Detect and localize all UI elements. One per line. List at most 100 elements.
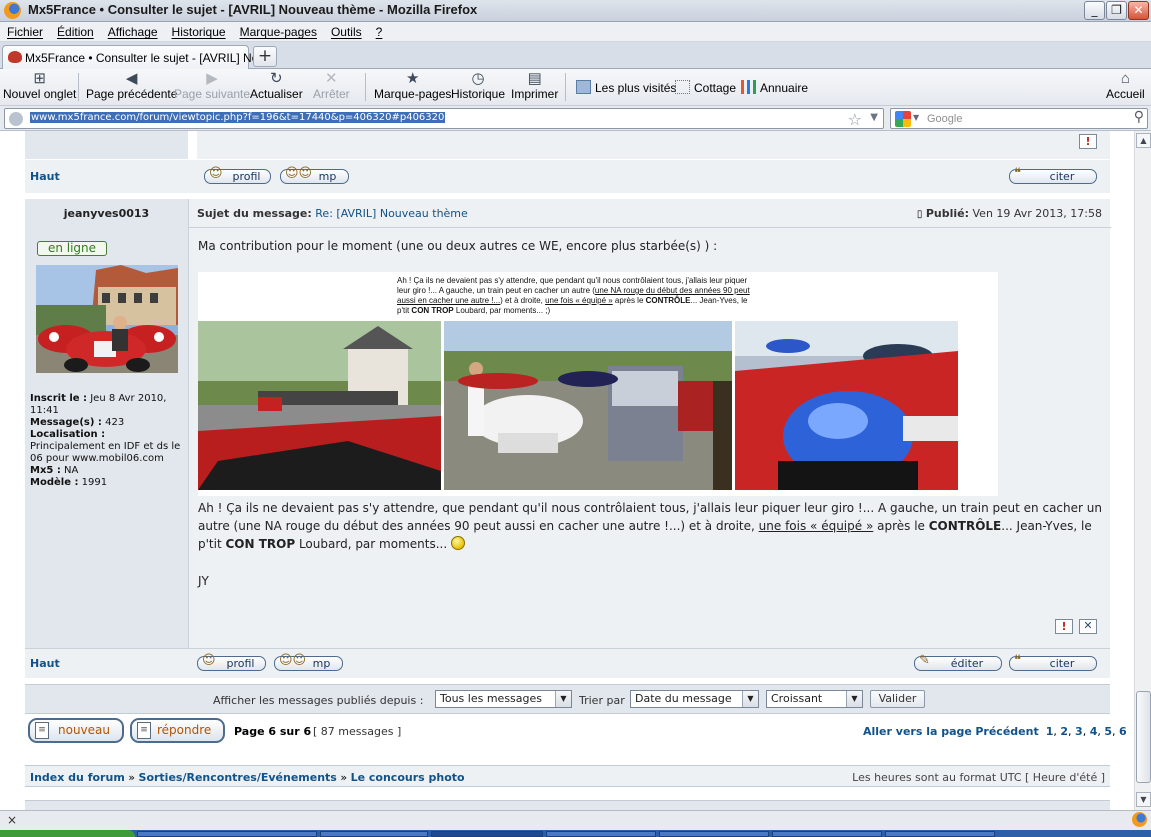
breadcrumb-index-link[interactable]: Index du forum [30,771,125,784]
bookmarks-label: Marque-pages [374,87,452,101]
home-label: Accueil [1106,87,1145,101]
page-link-2[interactable]: 2 [1060,725,1068,738]
breadcrumb-concours-link[interactable]: Le concours photo [351,771,465,784]
pencil-icon: ✎ [919,653,930,668]
quote-button[interactable]: ❝ citer [1009,167,1097,184]
stop-button[interactable]: ✕ Arrêter [313,70,350,101]
close-findbar-icon[interactable]: × [7,813,17,827]
menu-help[interactable]: ? [369,22,390,39]
taskbar-item[interactable] [659,831,769,837]
reload-label: Actualiser [250,87,303,101]
new-tab-toolbar-button[interactable]: ⊞ Nouvel onglet [3,70,76,101]
top-link[interactable]: Haut [30,657,60,670]
previous-page-link[interactable]: Précédent [975,725,1038,738]
menu-edition[interactable]: Édition [50,22,101,39]
new-tab-button[interactable]: + [253,46,277,67]
pm-button[interactable]: ☺☺ mp [280,167,349,184]
post-icon: ▯ [916,209,923,220]
bookmark-annuaire[interactable]: Annuaire [741,80,808,95]
body-link[interactable]: une fois « équipé » [759,519,874,533]
bookmark-most-visited[interactable]: Les plus visités [576,80,676,95]
menu-affichage[interactable]: Affichage [101,22,165,39]
menu-bar: Fichier Édition Affichage Historique Marque-… [0,22,1151,42]
show-since-select[interactable]: Tous les messages ▼ [435,690,572,708]
taskbar-item-active[interactable] [431,831,543,837]
caption-part-3: ) et à droite, [500,296,546,305]
page-link-5[interactable]: 5 [1104,725,1112,738]
google-icon[interactable] [895,111,911,127]
sort-order-select[interactable]: Croissant ▼ [766,690,863,708]
report-icon[interactable]: ! [1055,619,1073,634]
new-topic-button[interactable]: ≡ nouveau [28,718,124,743]
chevron-down-icon: ▼ [846,691,862,707]
author-name[interactable]: jeanyves0013 [25,207,188,220]
firefox-icon [4,2,21,19]
home-button[interactable]: ⌂ Accueil [1106,70,1145,101]
search-field[interactable]: ▼ Google ⚲ [890,108,1148,129]
maximize-button[interactable]: ❐ [1106,1,1127,20]
profile-button[interactable]: ☺ profil [197,654,266,671]
quote-button[interactable]: ❝ citer [1009,654,1097,671]
taskbar-item[interactable] [772,831,882,837]
bookmark-cottage[interactable]: Cottage [675,80,736,95]
post-image[interactable]: Ah ! Ça ils ne devaient pas s'y attendre… [198,272,998,496]
menu-outils[interactable]: Outils [324,22,369,39]
show-since-label: Afficher les messages publiés depuis : [213,694,424,707]
page-link-4[interactable]: 4 [1090,725,1098,738]
document-icon: ≡ [137,722,151,739]
url-dropdown-icon[interactable]: ▼ [870,112,878,123]
caption-part-8: CON TROP [411,306,454,315]
post-subject-line: Sujet du message: Re: [AVRIL] Nouveau th… [197,207,468,220]
tab-active[interactable]: Mx5France • Consulter le sujet - [AVRIL]… [2,45,268,69]
breadcrumb-separator: » [128,771,136,784]
breadcrumb-separator: » [340,771,348,784]
avatar [36,265,178,373]
smiley-icon [450,536,465,550]
vertical-scrollbar[interactable]: ▲ ▼ [1134,131,1151,810]
top-link[interactable]: Haut [30,170,60,183]
back-label: Page précédente [86,87,178,101]
forward-button[interactable]: ▶ Page suivante [174,70,250,101]
page-link-1[interactable]: 1 [1046,725,1054,738]
bookmark-star-icon[interactable]: ☆ [848,110,862,129]
window-title: Mx5France • Consulter le sujet - [AVRIL]… [28,2,478,17]
minimize-button[interactable]: _ [1084,1,1105,20]
search-icon[interactable]: ⚲ [1134,109,1144,125]
page-link-3[interactable]: 3 [1075,725,1083,738]
delete-icon[interactable]: ✕ [1079,619,1097,634]
page-info: Page 6 sur 6 [234,725,312,738]
submit-button[interactable]: Valider [870,690,925,708]
page-link-6: 6 [1119,725,1127,738]
goto-page-label[interactable]: Aller vers la page [863,725,972,738]
bookmarks-button[interactable]: ★ Marque-pages [374,70,451,101]
taskbar-item[interactable] [546,831,656,837]
menu-fichier[interactable]: Fichier [0,22,50,39]
menu-marque-pages[interactable]: Marque-pages [233,22,324,39]
back-button[interactable]: ◀ Page précédente [86,70,177,101]
sort-by-select[interactable]: Date du message ▼ [630,690,759,708]
search-engine-dropdown-icon[interactable]: ▼ [913,113,919,122]
edit-button[interactable]: ✎ éditer [914,653,1002,671]
scroll-down-icon[interactable]: ▼ [1136,792,1151,807]
menu-historique[interactable]: Historique [165,22,233,39]
close-window-button[interactable]: ✕ [1128,1,1149,20]
post-column: Sujet du message: Re: [AVRIL] Nouveau th… [188,199,1111,648]
taskbar-item[interactable] [885,831,995,837]
pm-button[interactable]: ☺☺ mp [274,654,343,671]
profile-button[interactable]: ☺ profil [204,167,271,184]
reload-button[interactable]: ↻ Actualiser [250,70,303,101]
reply-button[interactable]: ≡ répondre [130,718,225,743]
url-field[interactable]: www.mx5france.com/forum/viewtopic.php?f=… [4,108,884,129]
print-button[interactable]: ▤ Imprimer [511,70,558,101]
firefox-status-icon [1132,812,1147,827]
subject-link[interactable]: Re: [AVRIL] Nouveau thème [315,207,468,220]
taskbar-item[interactable] [137,831,317,837]
image-caption: Ah ! Ça ils ne devaient pas s'y attendre… [397,276,757,316]
scroll-up-icon[interactable]: ▲ [1136,133,1151,148]
start-button[interactable] [0,830,135,837]
history-button[interactable]: ◷ Historique [451,70,505,101]
taskbar-item[interactable] [320,831,428,837]
report-icon[interactable]: ! [1079,134,1097,149]
scroll-thumb[interactable] [1136,691,1151,783]
breadcrumb-sorties-link[interactable]: Sorties/Rencontres/Evénements [139,771,337,784]
